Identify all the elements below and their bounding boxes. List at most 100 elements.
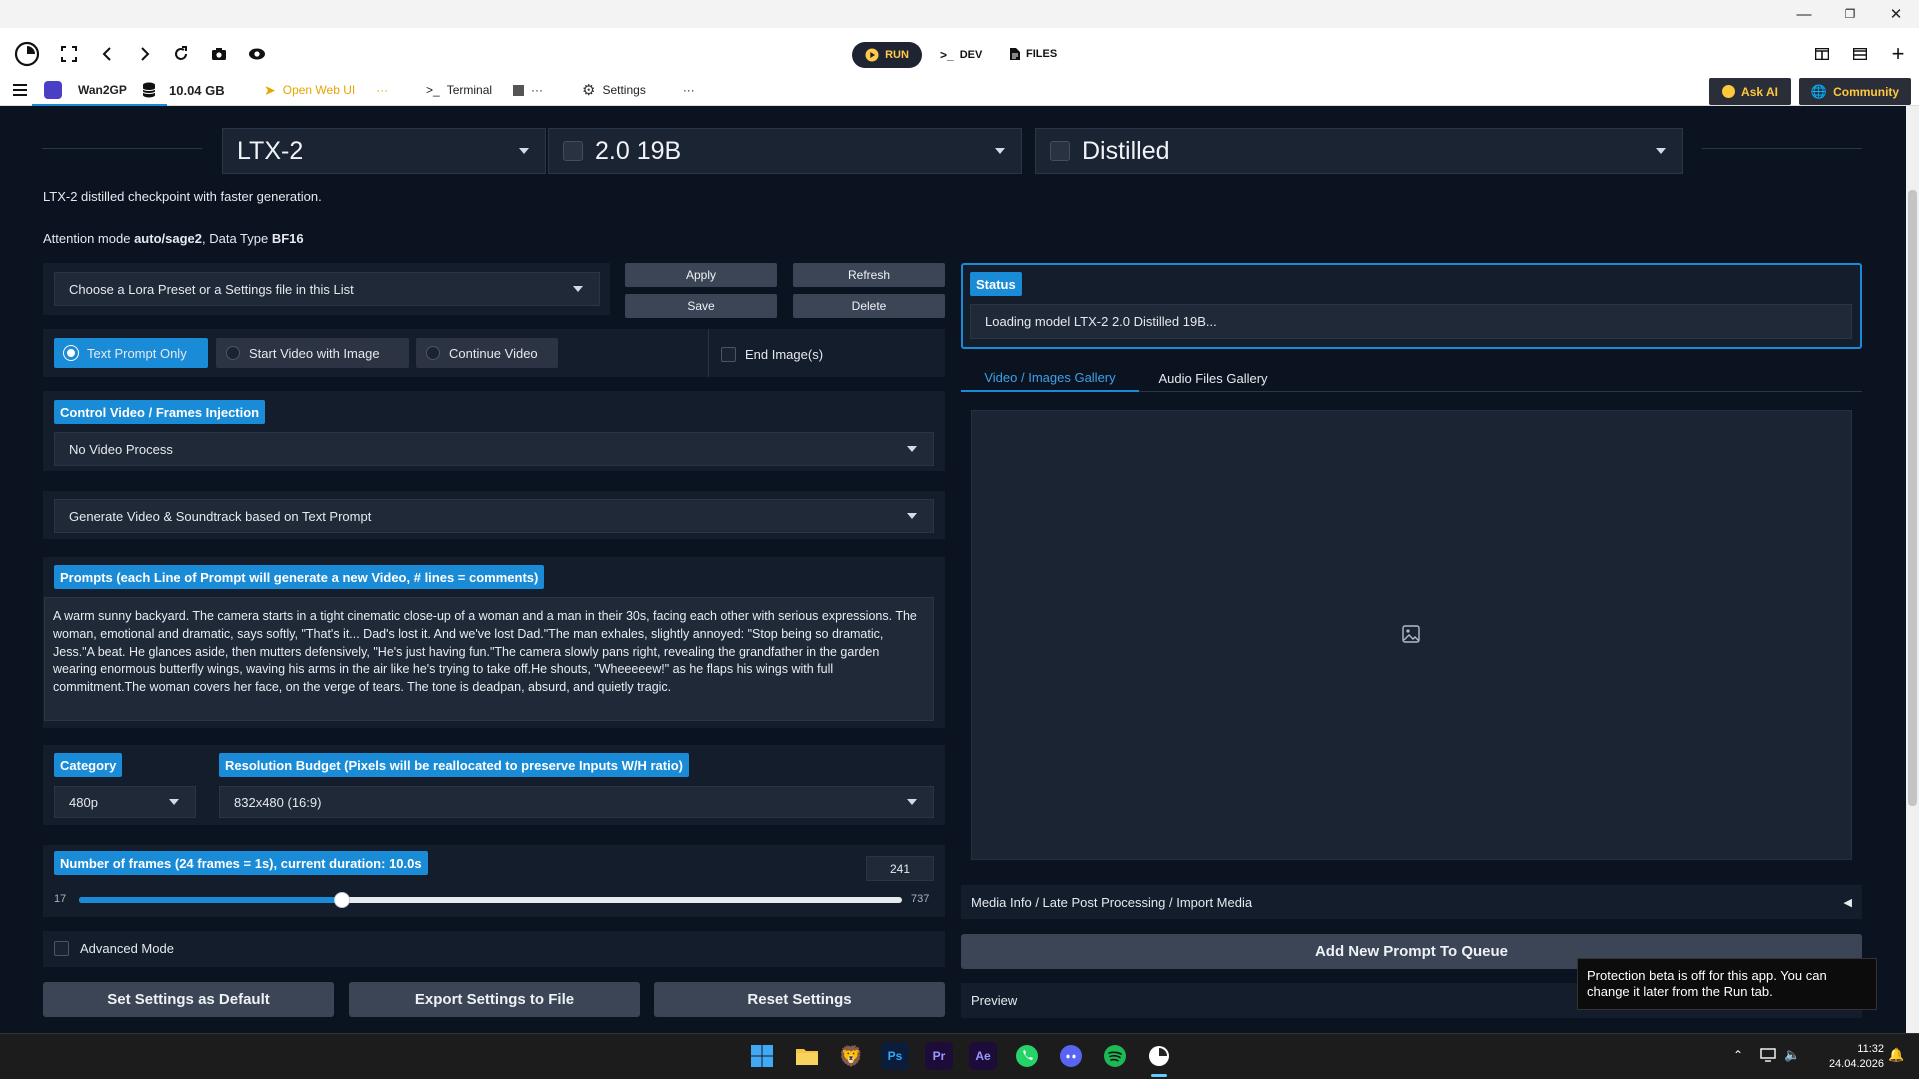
model-variant-select[interactable]: Distilled bbox=[1035, 128, 1683, 174]
settings-more[interactable]: ··· bbox=[683, 83, 695, 97]
volume-icon[interactable]: 🔈 bbox=[1784, 1047, 1800, 1063]
terminal-prompt-icon: >_ bbox=[940, 48, 954, 62]
community-button[interactable]: 🌐 Community bbox=[1799, 78, 1911, 105]
after-effects-icon[interactable]: Ae bbox=[969, 1042, 997, 1070]
notification-icon[interactable]: 🔔 bbox=[1888, 1047, 1904, 1063]
forward-icon[interactable] bbox=[130, 39, 160, 69]
status-label: Status bbox=[970, 272, 1022, 296]
tab-wan2gp[interactable]: Wan2GP bbox=[44, 81, 127, 99]
back-icon[interactable] bbox=[92, 39, 122, 69]
tray-chevron-icon[interactable]: ⌃ bbox=[1733, 1048, 1743, 1062]
ask-ai-button[interactable]: Ask AI bbox=[1709, 78, 1791, 105]
tab-settings[interactable]: ⚙ Settings ··· bbox=[582, 82, 695, 99]
stop-icon[interactable] bbox=[513, 84, 525, 96]
resolution-select[interactable]: 832x480 (16:9) bbox=[219, 786, 934, 818]
network-icon[interactable] bbox=[1760, 1048, 1776, 1062]
app-name: Wan2GP bbox=[78, 83, 127, 97]
brave-browser-icon[interactable]: 🦁 bbox=[837, 1042, 865, 1070]
status-text: Loading model LTX-2 2.0 Distilled 19B... bbox=[970, 304, 1852, 339]
photoshop-icon[interactable]: Ps bbox=[881, 1042, 909, 1070]
tab-terminal[interactable]: >_ Terminal ··· bbox=[426, 82, 543, 98]
refresh-button[interactable]: Refresh bbox=[793, 263, 945, 287]
save-button[interactable]: Save bbox=[625, 294, 777, 318]
file-explorer-icon[interactable] bbox=[793, 1042, 821, 1070]
terminal-more[interactable]: ··· bbox=[531, 83, 543, 97]
radio-continue-video[interactable]: Continue Video bbox=[416, 338, 558, 368]
chevron-down-icon bbox=[907, 446, 917, 452]
community-label: Community bbox=[1833, 84, 1900, 99]
tab-open-web-ui[interactable]: ➤ Open Web UI ··· bbox=[264, 82, 388, 98]
minimize-button[interactable]: — bbox=[1781, 0, 1827, 28]
apply-button[interactable]: Apply bbox=[625, 263, 777, 287]
dev-button[interactable]: >_ DEV bbox=[940, 48, 982, 62]
app-logo-icon[interactable] bbox=[12, 39, 42, 69]
frames-slider-track[interactable] bbox=[79, 892, 902, 908]
tab-audio-gallery[interactable]: Audio Files Gallery bbox=[1139, 364, 1287, 392]
model-version-select[interactable]: 2.0 19B bbox=[548, 128, 1022, 174]
spotify-icon[interactable] bbox=[1101, 1042, 1129, 1070]
split-view-icon[interactable] bbox=[1807, 39, 1837, 69]
radio-label: Start Video with Image bbox=[249, 345, 380, 361]
scrollbar-thumb[interactable] bbox=[1908, 190, 1917, 806]
delete-button[interactable]: Delete bbox=[793, 294, 945, 318]
radio-start-video-with-image[interactable]: Start Video with Image bbox=[216, 338, 409, 368]
premiere-icon[interactable]: Pr bbox=[925, 1042, 953, 1070]
frames-max: 737 bbox=[911, 893, 930, 905]
add-tab-icon[interactable]: + bbox=[1883, 39, 1913, 69]
frames-label: Number of frames (24 frames = 1s), curre… bbox=[54, 851, 428, 875]
generate-mode-value: Generate Video & Soundtrack based on Tex… bbox=[69, 508, 372, 524]
window-titlebar bbox=[0, 0, 1919, 28]
restore-button[interactable]: ❐ bbox=[1827, 0, 1873, 28]
advanced-mode-checkbox[interactable]: Advanced Mode bbox=[54, 941, 174, 956]
active-tab-underline bbox=[32, 104, 167, 106]
chevron-down-icon bbox=[907, 513, 917, 519]
generate-mode-select[interactable]: Generate Video & Soundtrack based on Tex… bbox=[54, 499, 934, 533]
clock[interactable]: 11:32 24.04.2026 bbox=[1812, 1042, 1884, 1072]
storage-indicator: 10.04 GB bbox=[142, 82, 225, 98]
files-button[interactable]: FILES bbox=[1010, 48, 1057, 60]
chevron-down-icon bbox=[1656, 148, 1666, 154]
active-app-indicator bbox=[1151, 1074, 1167, 1077]
end-image-checkbox[interactable]: End Image(s) bbox=[721, 347, 823, 362]
media-info-accordion[interactable]: Media Info / Late Post Processing / Impo… bbox=[961, 885, 1862, 919]
windows-start-icon[interactable] bbox=[748, 1042, 776, 1070]
discord-icon[interactable] bbox=[1057, 1042, 1085, 1070]
open-web-ui-more[interactable]: ··· bbox=[376, 83, 388, 97]
reload-icon[interactable] bbox=[166, 39, 196, 69]
model-version-value: 2.0 19B bbox=[595, 136, 682, 165]
whatsapp-icon[interactable] bbox=[1013, 1042, 1041, 1070]
set-default-button[interactable]: Set Settings as Default bbox=[43, 982, 334, 1017]
layout-icon[interactable] bbox=[1845, 39, 1875, 69]
globe-icon: 🌐 bbox=[1810, 83, 1828, 99]
chevron-down-icon bbox=[169, 799, 179, 805]
clock-time: 11:32 bbox=[1857, 1043, 1884, 1055]
files-label: FILES bbox=[1026, 48, 1058, 60]
menu-icon[interactable] bbox=[13, 83, 27, 96]
fullscreen-icon[interactable] bbox=[54, 39, 84, 69]
lora-preset-select[interactable]: Choose a Lora Preset or a Settings file … bbox=[54, 272, 600, 306]
dev-label: DEV bbox=[959, 49, 983, 61]
advanced-panel bbox=[43, 931, 945, 967]
category-select[interactable]: 480p bbox=[54, 786, 196, 818]
chevron-down-icon bbox=[573, 286, 583, 292]
run-label: RUN bbox=[885, 49, 909, 61]
model-version-checkbox[interactable] bbox=[563, 141, 583, 161]
reset-settings-button[interactable]: Reset Settings bbox=[654, 982, 945, 1017]
frames-input[interactable]: 241 bbox=[866, 856, 934, 881]
model-family-select[interactable]: LTX-2 bbox=[222, 128, 546, 174]
run-button[interactable]: RUN bbox=[852, 42, 922, 68]
eye-icon[interactable] bbox=[242, 39, 272, 69]
control-video-select[interactable]: No Video Process bbox=[54, 432, 934, 466]
radio-text-prompt-only[interactable]: Text Prompt Only bbox=[54, 338, 208, 368]
camera-icon[interactable] bbox=[204, 39, 234, 69]
pinokio-icon[interactable] bbox=[1145, 1042, 1173, 1070]
image-placeholder-icon bbox=[1402, 625, 1420, 643]
model-variant-checkbox[interactable] bbox=[1050, 141, 1070, 161]
attention-mode: auto/sage2 bbox=[134, 231, 202, 246]
rocket-icon: ➤ bbox=[264, 81, 276, 98]
tab-video-gallery[interactable]: Video / Images Gallery bbox=[961, 364, 1139, 392]
export-settings-button[interactable]: Export Settings to File bbox=[349, 982, 640, 1017]
collapse-arrow-icon: ◀ bbox=[1843, 896, 1852, 909]
prompt-textarea[interactable]: A warm sunny backyard. The camera starts… bbox=[44, 597, 934, 721]
close-window-button[interactable]: ✕ bbox=[1873, 0, 1919, 28]
